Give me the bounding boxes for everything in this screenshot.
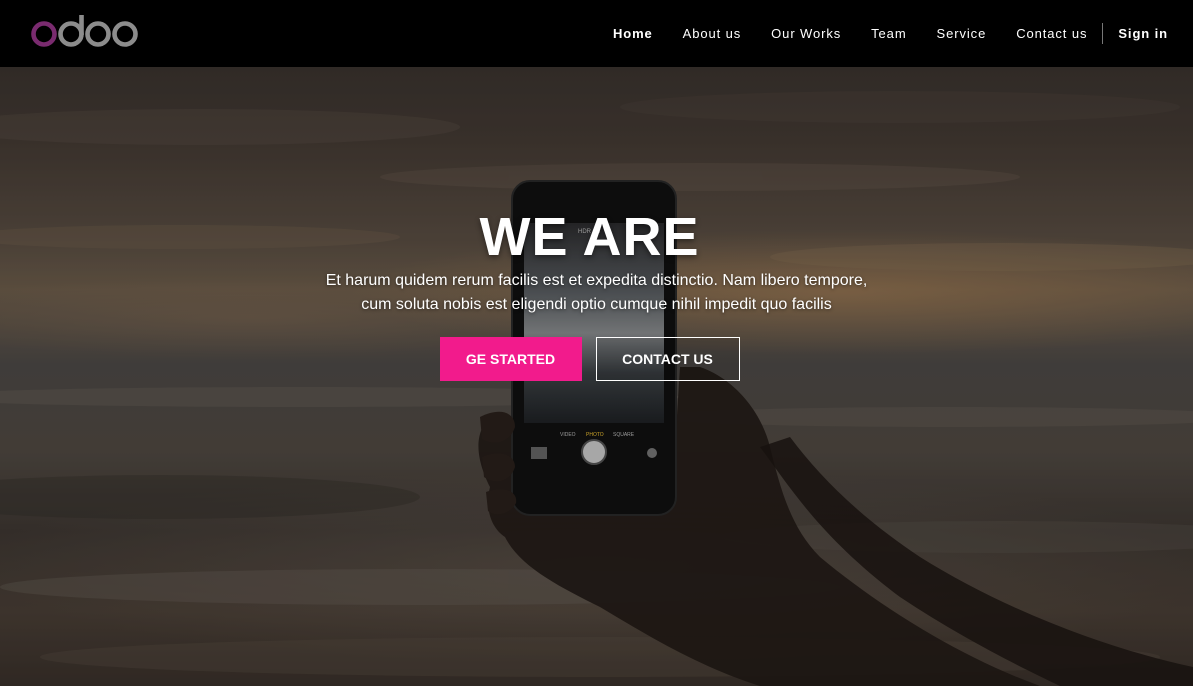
nav-contact-us[interactable]: Contact us xyxy=(1001,26,1102,41)
hero-subtitle: Et harum quidem rerum facilis est et exp… xyxy=(0,269,1193,317)
contact-us-button[interactable]: CONTACT US xyxy=(595,337,740,381)
get-started-button[interactable]: GE STARTED xyxy=(439,337,582,381)
hero-subtitle-line2: cum soluta nobis est eligendi optio cumq… xyxy=(361,296,832,313)
nav-about-us[interactable]: About us xyxy=(668,26,757,41)
nav-team[interactable]: Team xyxy=(856,26,921,41)
nav-our-works[interactable]: Our Works xyxy=(756,26,856,41)
hero-content: WE ARE Et harum quidem rerum facilis est… xyxy=(0,207,1193,381)
nav-service[interactable]: Service xyxy=(922,26,1002,41)
odoo-logo[interactable] xyxy=(31,14,139,50)
hero-buttons: GE STARTED CONTACT US xyxy=(0,337,1193,381)
hero-subtitle-line1: Et harum quidem rerum facilis est et exp… xyxy=(325,272,868,289)
main-nav: Home About us Our Works Team Service Con… xyxy=(598,0,1193,67)
hero-section: HDR Off VIDEO PHOTO SQUARE WE ARE Et har… xyxy=(0,67,1193,686)
nav-home[interactable]: Home xyxy=(598,26,668,41)
navbar: Home About us Our Works Team Service Con… xyxy=(0,0,1193,67)
sign-in-link[interactable]: Sign in xyxy=(1103,26,1193,41)
hero-title: WE ARE xyxy=(479,207,700,267)
